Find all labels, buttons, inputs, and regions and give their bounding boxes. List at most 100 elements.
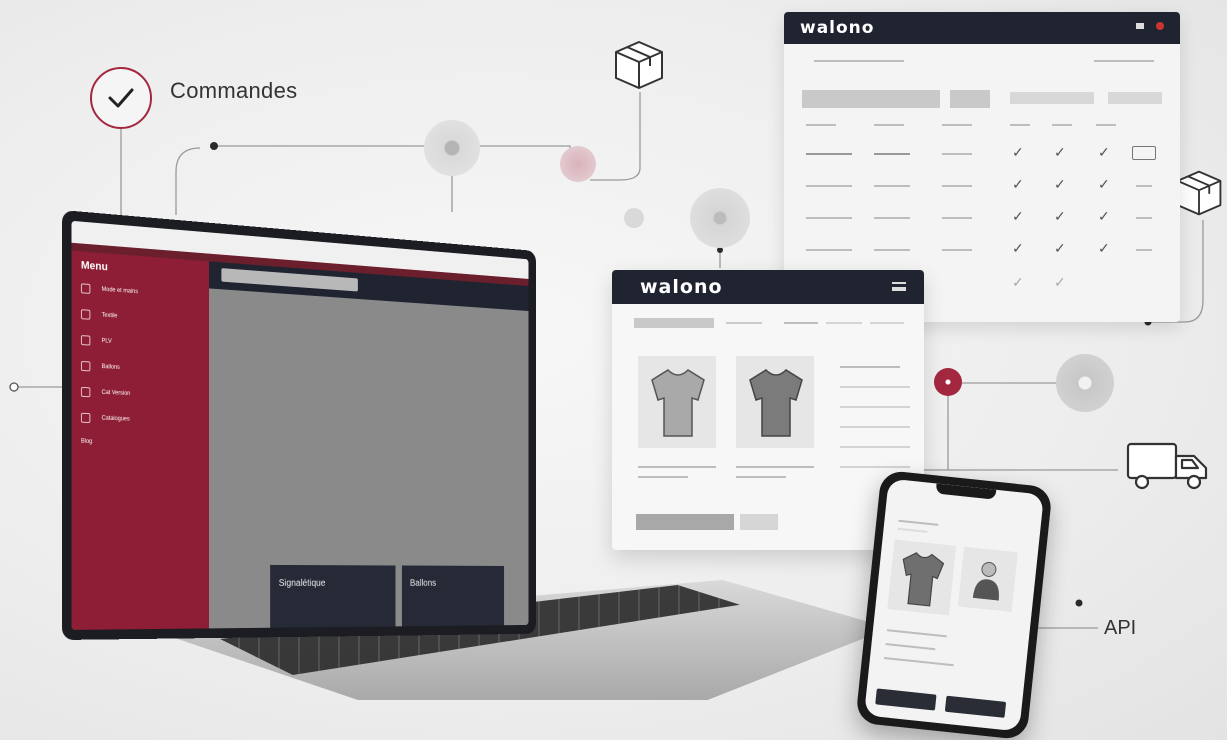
check-icon bbox=[90, 67, 152, 129]
placeholder-line bbox=[942, 249, 972, 251]
notification-icon[interactable] bbox=[1156, 22, 1164, 30]
placeholder-line bbox=[736, 476, 786, 478]
sidebar-item[interactable]: Mode et mains bbox=[80, 283, 200, 301]
placeholder-line bbox=[736, 466, 814, 468]
cta-button[interactable] bbox=[636, 514, 734, 530]
placeholder-line bbox=[870, 322, 904, 324]
category-tile[interactable]: Signalétique bbox=[270, 564, 396, 628]
tile-title: Signalétique bbox=[278, 578, 326, 589]
phone-primary-button[interactable] bbox=[875, 688, 937, 711]
product-card[interactable] bbox=[957, 546, 1018, 613]
sidebar-item-blog[interactable]: Blog bbox=[81, 439, 200, 449]
smartphone bbox=[855, 469, 1053, 740]
product-card[interactable] bbox=[887, 539, 957, 616]
check-icon[interactable]: ✓ bbox=[1098, 240, 1110, 257]
phone-notch bbox=[935, 483, 997, 500]
check-icon[interactable]: ✓ bbox=[1054, 176, 1066, 193]
search-input[interactable] bbox=[221, 268, 358, 292]
placeholder-line bbox=[942, 217, 972, 219]
placeholder-line bbox=[874, 185, 910, 187]
package-box-icon bbox=[1176, 170, 1222, 216]
check-icon[interactable]: ✓ bbox=[1012, 176, 1024, 193]
check-icon[interactable]: ✓ bbox=[1054, 274, 1066, 291]
check-icon[interactable]: ✓ bbox=[1098, 144, 1110, 161]
placeholder-line bbox=[1136, 185, 1152, 187]
placeholder-line bbox=[638, 476, 688, 478]
laptop-browser: Menu Mode et mains Textile PLV Ballons C… bbox=[71, 220, 529, 630]
placeholder-line bbox=[806, 249, 852, 251]
sidebar-item[interactable]: Catalogues bbox=[80, 412, 200, 427]
check-icon[interactable]: ✓ bbox=[1012, 274, 1024, 291]
check-icon[interactable]: ✓ bbox=[1012, 208, 1024, 225]
placeholder-line bbox=[898, 519, 939, 526]
tshirt-icon bbox=[902, 552, 945, 607]
check-icon[interactable]: ✓ bbox=[1098, 176, 1110, 193]
product-card[interactable] bbox=[638, 356, 716, 448]
placeholder-line bbox=[638, 466, 716, 468]
placeholder-line bbox=[874, 217, 910, 219]
placeholder-line bbox=[874, 153, 910, 155]
check-icon[interactable]: ✓ bbox=[1054, 144, 1066, 161]
person-icon bbox=[972, 561, 999, 601]
decorative-blob bbox=[934, 368, 962, 396]
check-icon[interactable]: ✓ bbox=[1012, 240, 1024, 257]
placeholder-line bbox=[1010, 124, 1030, 126]
sidebar-item[interactable]: PLV bbox=[80, 335, 200, 352]
placeholder-line bbox=[942, 185, 972, 187]
decorative-blob bbox=[624, 208, 644, 228]
placeholder-line bbox=[840, 366, 900, 368]
phone-secondary-button[interactable] bbox=[944, 695, 1007, 718]
decorative-blob bbox=[424, 120, 480, 176]
placeholder-bar bbox=[1010, 92, 1094, 104]
sidebar-item[interactable]: Textile bbox=[80, 309, 200, 326]
placeholder-line bbox=[840, 446, 910, 448]
placeholder-line bbox=[840, 406, 910, 408]
placeholder-line bbox=[806, 153, 852, 155]
window-header: walono bbox=[612, 270, 924, 304]
category-icon bbox=[80, 360, 91, 372]
placeholder-line bbox=[806, 217, 852, 219]
secondary-button[interactable] bbox=[740, 514, 778, 530]
placeholder-line bbox=[806, 124, 836, 126]
placeholder-line bbox=[1094, 60, 1154, 62]
placeholder-line bbox=[1052, 124, 1072, 126]
package-box-icon bbox=[615, 41, 663, 89]
sidebar-title: Menu bbox=[80, 259, 108, 274]
hamburger-menu-icon[interactable] bbox=[892, 282, 906, 291]
sidebar-menu: Menu Mode et mains Textile PLV Ballons C… bbox=[71, 250, 209, 630]
product-card[interactable] bbox=[736, 356, 814, 448]
sidebar-item[interactable]: Cat Version bbox=[80, 386, 200, 402]
check-icon[interactable]: ✓ bbox=[1054, 208, 1066, 225]
mail-icon bbox=[1136, 23, 1144, 29]
placeholder-line bbox=[874, 124, 904, 126]
placeholder-line bbox=[942, 153, 972, 155]
placeholder-line bbox=[826, 322, 862, 324]
truck-icon bbox=[1126, 442, 1208, 490]
check-icon[interactable]: ✓ bbox=[1012, 144, 1024, 161]
row-action-button[interactable] bbox=[1132, 146, 1156, 160]
placeholder-line bbox=[840, 426, 910, 428]
placeholder-line bbox=[840, 466, 910, 468]
category-icon bbox=[80, 283, 91, 294]
placeholder-line bbox=[942, 124, 972, 126]
window-header: walono bbox=[784, 12, 1180, 44]
check-icon[interactable]: ✓ bbox=[1054, 240, 1066, 257]
decorative-blob bbox=[560, 146, 596, 182]
user-area[interactable] bbox=[1136, 22, 1164, 30]
placeholder-bar bbox=[950, 90, 990, 108]
category-icon bbox=[80, 309, 91, 320]
placeholder-line bbox=[874, 249, 910, 251]
check-icon[interactable]: ✓ bbox=[1098, 208, 1110, 225]
tile-title: Ballons bbox=[409, 578, 437, 589]
tshirt-icon bbox=[749, 369, 803, 437]
category-tile[interactable]: Ballons bbox=[401, 565, 505, 627]
decorative-blob bbox=[690, 188, 750, 248]
placeholder-line bbox=[886, 629, 947, 638]
brand-logo: walono bbox=[800, 18, 875, 38]
placeholder-line bbox=[814, 60, 904, 62]
category-icon bbox=[80, 335, 91, 346]
placeholder-line bbox=[883, 656, 954, 667]
sidebar-item[interactable]: Ballons bbox=[80, 360, 200, 377]
api-label: API bbox=[1104, 617, 1137, 639]
category-icon bbox=[80, 412, 91, 424]
